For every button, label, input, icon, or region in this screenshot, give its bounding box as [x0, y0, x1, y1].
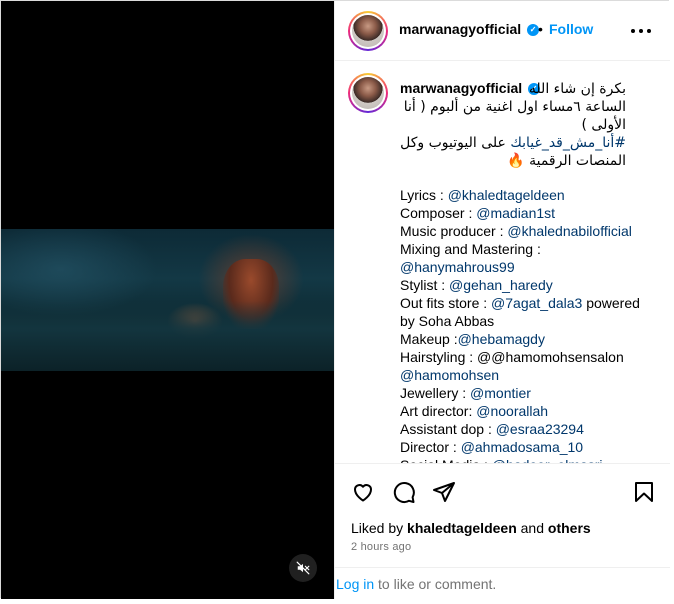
- credit-line: Art director: @noorallah: [400, 402, 662, 420]
- mention-link[interactable]: @hanymahrous99: [400, 259, 515, 275]
- credit-line: Hairstyling : @@hamomohsensalon: [400, 348, 662, 366]
- caption-line: المنصات الرقمية 🔥: [507, 153, 626, 169]
- mention-link[interactable]: @hamomohsen: [400, 367, 499, 383]
- credit-label: Music producer :: [400, 223, 508, 239]
- credit-line: Music producer : @khalednabilofficial: [400, 222, 662, 240]
- caption-line: الأولى ): [581, 117, 626, 133]
- caption-arabic-text: بكرة إن شاء الله الساعة ٦مساء اول اغنية …: [400, 80, 626, 170]
- credit-line: Out fits store : @7agat_dala3 powered: [400, 294, 662, 312]
- mention-link[interactable]: @noorallah: [476, 403, 548, 419]
- credit-label: Hairstyling : @@hamomohsensalon: [400, 349, 624, 365]
- more-options-icon[interactable]: [631, 21, 651, 41]
- credit-label: Composer :: [400, 205, 477, 221]
- others-link[interactable]: others: [548, 520, 591, 536]
- mention-link[interactable]: @ahmadosama_10: [461, 439, 583, 455]
- hashtag-link[interactable]: #أنا_مش_قد_غيابك: [510, 135, 626, 151]
- credit-text: powered: [582, 295, 640, 311]
- video-player[interactable]: [1, 1, 334, 599]
- post-sidebar: marwanagyofficial ✓ • Follow marwanagyof…: [334, 1, 670, 599]
- credit-line: by Soha Abbas: [400, 312, 662, 330]
- mention-link[interactable]: @7agat_dala3: [491, 295, 582, 311]
- credit-line: Jewellery : @montier: [400, 384, 662, 402]
- credit-line: Director : @ahmadosama_10: [400, 438, 662, 456]
- caption-line: #أنا_مش_قد_غيابك على اليوتيوب وكل: [400, 135, 626, 151]
- caption-line: الساعة ٦مساء اول اغنية من ألبوم ( أنا: [403, 99, 626, 115]
- liker-username[interactable]: khaledtageldeen: [407, 520, 517, 536]
- credit-label: Stylist :: [400, 277, 450, 293]
- mention-link[interactable]: @madian1st: [476, 205, 555, 221]
- action-bar: [335, 464, 670, 514]
- credit-label: Assistant dop :: [400, 421, 496, 437]
- comment-icon[interactable]: [392, 480, 416, 504]
- mention-link[interactable]: @esraa23294: [496, 421, 584, 437]
- video-foreground: [1, 301, 334, 371]
- credit-line: Assistant dop : @esraa23294: [400, 420, 662, 438]
- credit-line: Lyrics : @khaledtageldeen: [400, 186, 662, 204]
- login-prompt: Log in to like or comment.: [335, 567, 670, 599]
- caption-line: بكرة إن شاء الله: [528, 81, 626, 97]
- credit-line: @hamomohsen: [400, 366, 662, 384]
- post-dialog: marwanagyofficial ✓ • Follow marwanagyof…: [0, 0, 670, 599]
- credit-line: Mixing and Mastering :: [400, 240, 662, 258]
- follow-button[interactable]: Follow: [549, 21, 593, 37]
- credit-line: Composer : @madian1st: [400, 204, 662, 222]
- caption-section: marwanagyofficial ✓ بكرة إن شاء الله الس…: [335, 62, 670, 464]
- likes-summary: Liked by khaledtageldeen and others: [351, 520, 591, 536]
- caption-avatar[interactable]: [348, 73, 388, 113]
- post-header: marwanagyofficial ✓ • Follow: [335, 1, 670, 61]
- credit-label: by Soha Abbas: [400, 313, 495, 329]
- login-link[interactable]: Log in: [336, 576, 374, 592]
- credit-label: Director :: [400, 439, 461, 455]
- credit-line: Stylist : @gehan_haredy: [400, 276, 662, 294]
- bookmark-icon[interactable]: [632, 480, 656, 504]
- post-timestamp[interactable]: 2 hours ago: [351, 541, 411, 553]
- mention-link[interactable]: @hebamagdy: [458, 331, 545, 347]
- mention-link[interactable]: @gehan_haredy: [449, 277, 553, 293]
- mention-link[interactable]: @khalednabilofficial: [507, 223, 631, 239]
- credit-label: Mixing and Mastering :: [400, 241, 541, 257]
- credits-list: Lyrics : @khaledtageldeen Composer : @mad…: [400, 186, 662, 464]
- credit-label: Jewellery :: [400, 385, 471, 401]
- credit-label: Out fits store :: [400, 295, 492, 311]
- credit-line: Makeup :@hebamagdy: [400, 330, 662, 348]
- speaker-muted-icon: [296, 561, 310, 575]
- header-username[interactable]: marwanagyofficial ✓: [399, 21, 540, 37]
- share-icon[interactable]: [432, 480, 456, 504]
- heart-icon[interactable]: [351, 480, 375, 504]
- credit-label: Art director:: [400, 403, 477, 419]
- credit-label: Lyrics :: [400, 187, 448, 203]
- mute-toggle-button[interactable]: [289, 554, 317, 582]
- avatar[interactable]: [348, 11, 388, 51]
- credit-label: Makeup :: [400, 331, 458, 347]
- mention-link[interactable]: @montier: [470, 385, 531, 401]
- mention-link[interactable]: @khaledtageldeen: [448, 187, 565, 203]
- credit-line: @hanymahrous99: [400, 258, 662, 276]
- separator-dot: •: [538, 21, 543, 37]
